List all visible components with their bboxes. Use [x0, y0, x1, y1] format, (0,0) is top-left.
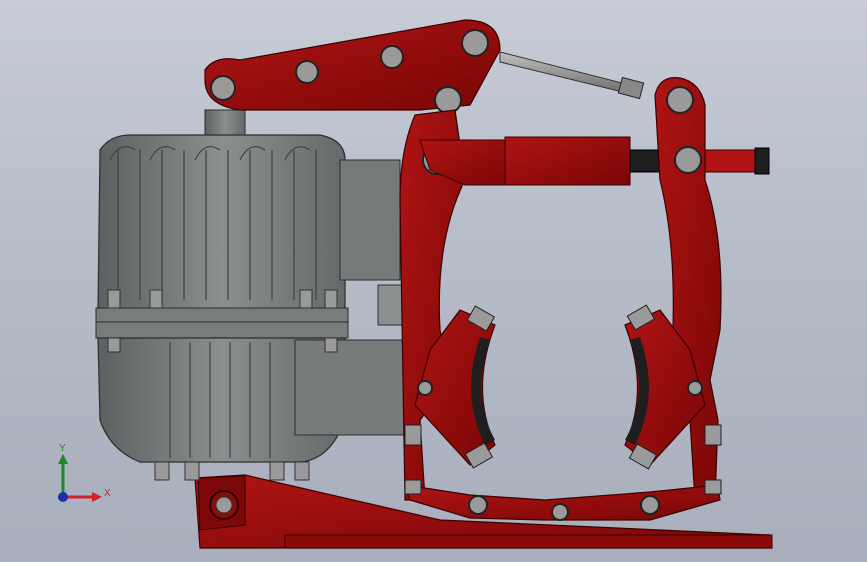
spring-cylinder	[419, 136, 770, 186]
brake-assembly-model[interactable]	[0, 0, 867, 562]
tie-rod	[499, 51, 645, 100]
coordinate-triad: X Y	[50, 440, 120, 510]
top-lever-arm	[204, 19, 501, 114]
cad-viewport[interactable]: X Y	[0, 0, 867, 562]
y-axis-label: Y	[59, 443, 66, 454]
thruster-motor	[95, 109, 411, 481]
z-axis-point	[58, 492, 68, 502]
x-axis-label: X	[104, 488, 111, 499]
